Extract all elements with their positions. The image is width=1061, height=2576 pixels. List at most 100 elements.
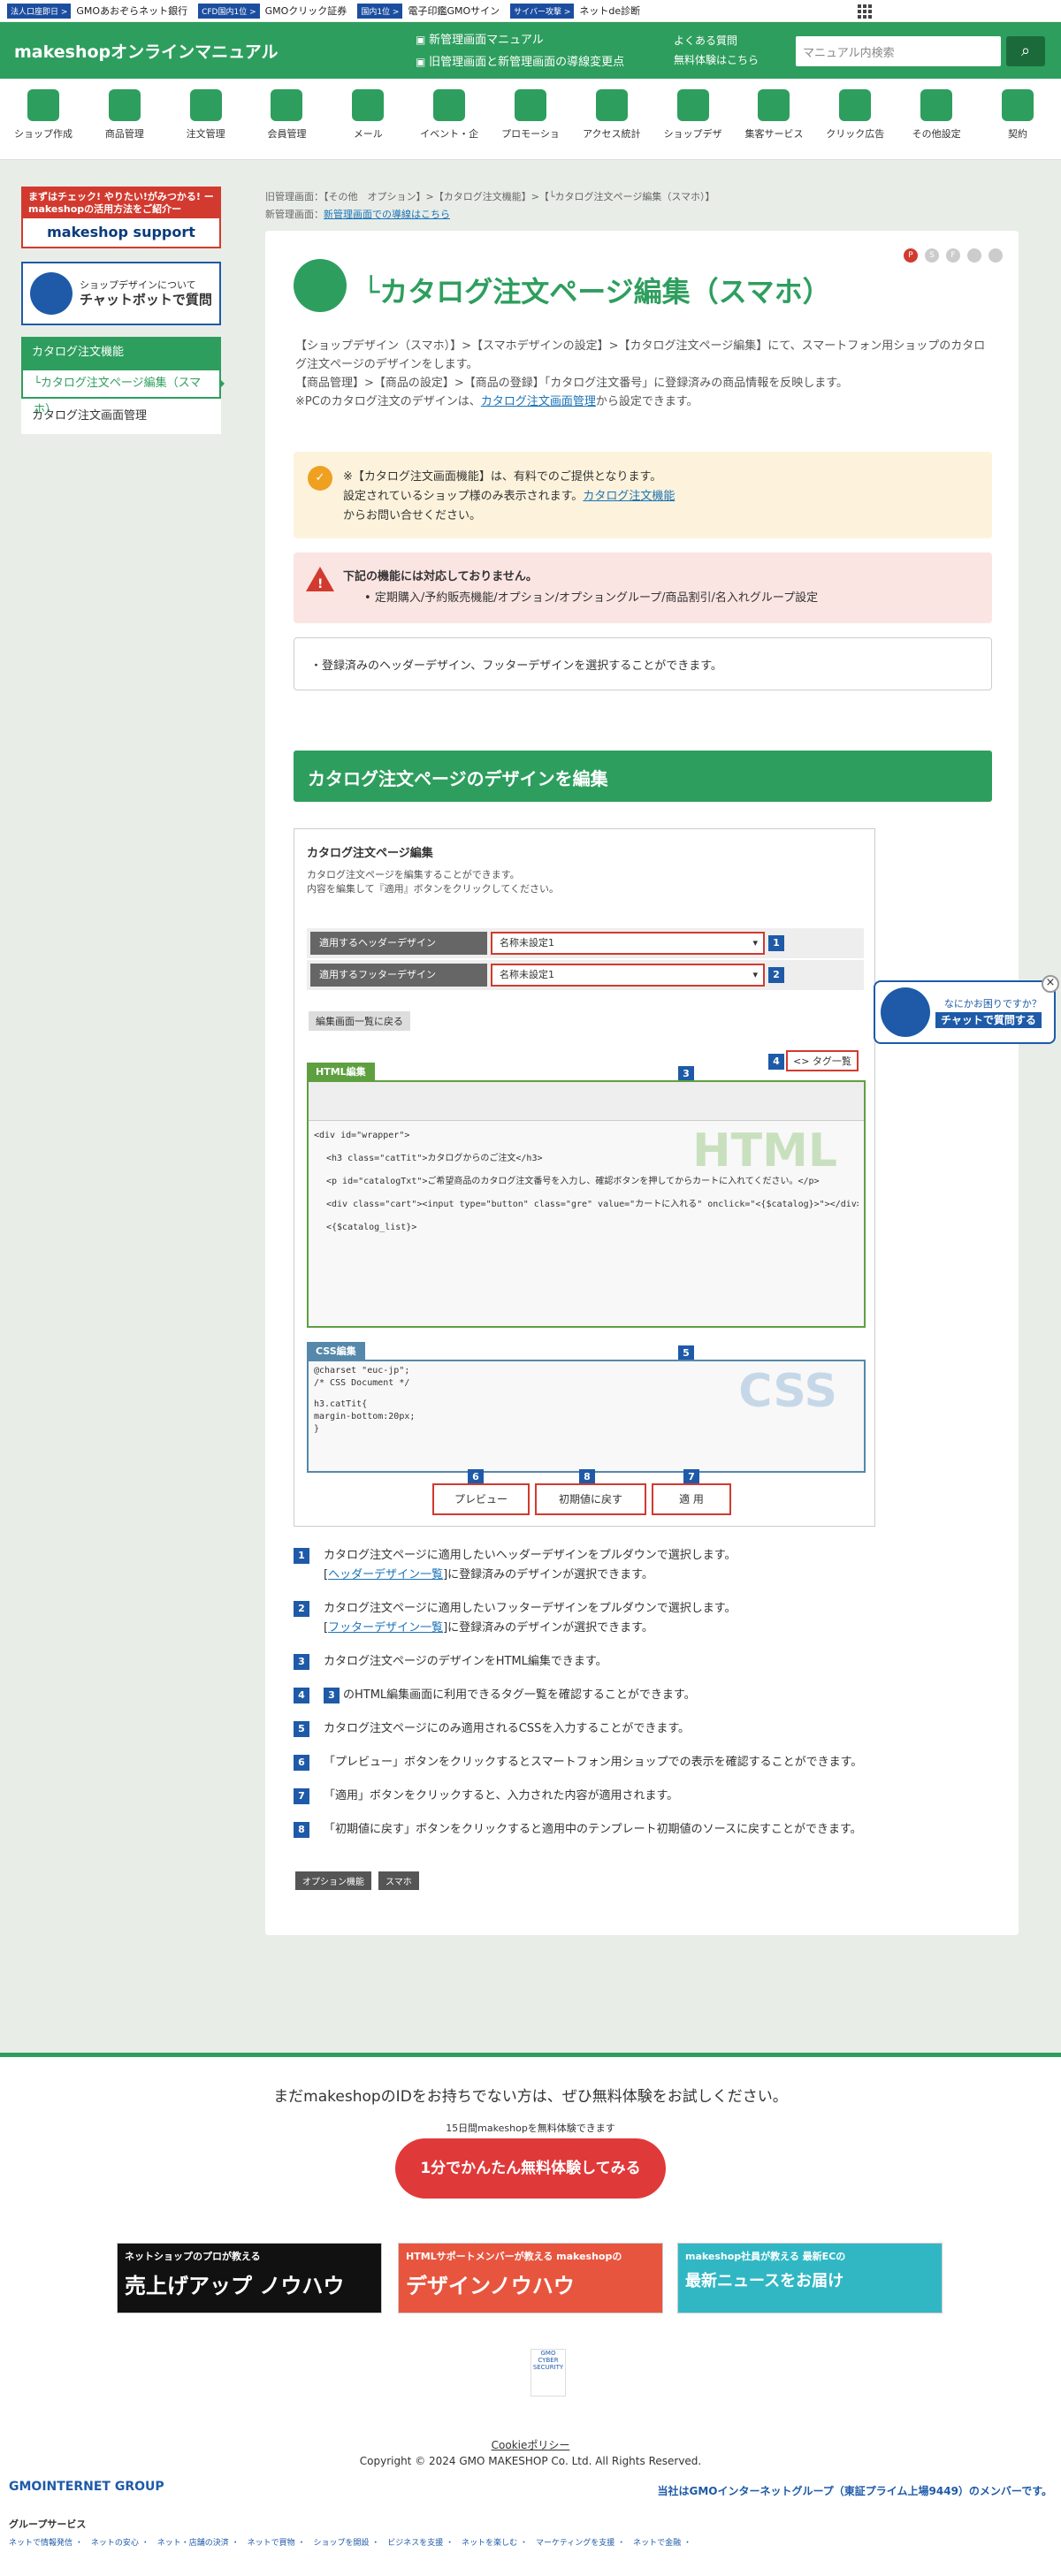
step-text: カタログ注文ページに適用したいフッターデザインをプルダウンで選択します。 xyxy=(324,1602,737,1615)
link[interactable]: 電子印鑑GMOサイン xyxy=(408,4,500,18)
breadcrumb-new-link[interactable]: 新管理画面での導線はこちら xyxy=(324,209,450,220)
inline-marker-3: 3 xyxy=(324,1688,340,1703)
html-editor[interactable]: HTML <div id="wrapper"> <h3 class="catTi… xyxy=(307,1080,866,1328)
new-manual-link[interactable]: 新管理画面マニュアル xyxy=(416,29,624,51)
apply-button[interactable]: 適 用 xyxy=(652,1483,731,1515)
nav-label: 注文管理 xyxy=(186,128,225,140)
step-number: 1 xyxy=(294,1548,309,1564)
nav-icon xyxy=(189,89,222,121)
badge[interactable]: 国内1位 > xyxy=(357,3,403,19)
footer-list-link[interactable]: フッターデザイン一覧 xyxy=(328,1621,443,1635)
nav-icon xyxy=(920,89,953,121)
css-editor[interactable]: CSS @charset "euc-jp"; /* CSS Document *… xyxy=(307,1360,866,1473)
step-number: 8 xyxy=(294,1822,309,1838)
chat-widget[interactable]: なにかお困りですか？ チャットで質問する × xyxy=(874,975,1059,1044)
nav-item[interactable]: プロモーショ xyxy=(492,79,569,159)
footer-design-select[interactable]: 名称未設定1 ▾ xyxy=(491,964,765,987)
sidebar-item-active[interactable]: └カタログ注文ページ編集（スマホ） xyxy=(21,369,225,416)
category-nav: ショップ作成 商品管理 注文管理 会員管理 メール イベント・企 プロモーショ アクセス統計 シ… xyxy=(0,79,1061,160)
header-design-select[interactable]: 名称未設定1 ▾ xyxy=(491,932,765,955)
preview-button[interactable]: プレビュー xyxy=(432,1483,530,1515)
support-banner[interactable]: まずはチェック! やりたい!がみつかる! ー makeshopの活用方法をご紹介… xyxy=(21,187,221,248)
main-area: まずはチェック! やりたい!がみつかる! ー makeshopの活用方法をご紹介… xyxy=(0,160,1061,2056)
nav-icon xyxy=(839,89,872,121)
close-icon[interactable]: × xyxy=(1042,975,1059,993)
faq-link[interactable]: よくある質問 xyxy=(674,31,759,50)
nav-icon xyxy=(595,89,628,121)
news-banner[interactable]: makeshop社員が教える 最新ECの 最新ニュースをお届け xyxy=(677,2243,943,2313)
css-tab[interactable]: CSS編集 xyxy=(307,1342,365,1360)
gmo-group-logo[interactable]: GMOINTERNET GROUP xyxy=(9,2480,164,2494)
phone-icon xyxy=(988,248,1003,263)
nav-item[interactable]: メール xyxy=(330,79,406,159)
tag-option[interactable]: オプション機能 xyxy=(295,1871,371,1890)
nav-item[interactable]: イベント・企 xyxy=(411,79,487,159)
pc-icon: P xyxy=(904,248,918,263)
nav-label: イベント・企 xyxy=(420,128,479,140)
apps-grid-icon[interactable] xyxy=(858,4,872,19)
nav-item[interactable]: ショップ作成 xyxy=(5,79,81,159)
header-design-label: 適用するヘッダーデザイン xyxy=(310,932,487,955)
nav-icon xyxy=(514,89,546,121)
header-list-link[interactable]: ヘッダーデザイン一覧 xyxy=(328,1568,443,1581)
nav-item[interactable]: アクセス統計 xyxy=(574,79,650,159)
notice-line: からお問い合せください。 xyxy=(343,509,482,522)
badge[interactable]: 法人口座即日 > xyxy=(7,3,72,19)
nav-item[interactable]: 注文管理 xyxy=(168,79,244,159)
nav-item[interactable]: その他設定 xyxy=(898,79,974,159)
nav-item[interactable]: 商品管理 xyxy=(87,79,163,159)
step-list: 1 カタログ注文ページに適用したいヘッダーデザインをプルダウンで選択します。 [ヘッ… xyxy=(294,1546,992,1854)
group-services-list[interactable]: ネットで情報発信 ・ ネットの安心 ・ ネット・店舗の決済 ・ ネットで買物 ・… xyxy=(9,2536,691,2548)
screenshot-figure: カタログ注文ページ編集 カタログ注文ページを編集することができます。 内容を編集し… xyxy=(294,828,875,1527)
catalog-manage-link[interactable]: カタログ注文画面管理 xyxy=(481,395,596,408)
reset-button[interactable]: 初期値に戻す xyxy=(535,1483,646,1515)
banner-line1: ショップデザインについて xyxy=(80,279,196,291)
html-tab[interactable]: HTML編集 xyxy=(307,1063,375,1080)
back-button[interactable]: 編集画面一覧に戻る xyxy=(309,1011,410,1031)
footer-design-label: 適用するフッターデザイン xyxy=(310,964,487,987)
section-heading: カタログ注文ページのデザインを編集 xyxy=(294,751,992,802)
nav-label: 商品管理 xyxy=(104,128,144,140)
nav-item[interactable]: 集客サービス xyxy=(736,79,812,159)
tag-smartphone[interactable]: スマホ xyxy=(378,1871,419,1890)
sidebar-item-catalog[interactable]: カタログ注文機能 xyxy=(21,337,221,369)
figure-desc: カタログ注文ページを編集することができます。 xyxy=(307,869,520,880)
nav-label: その他設定 xyxy=(912,128,961,140)
step-text: に登録済みのデザインが選択できます。 xyxy=(447,1568,653,1581)
nav-item[interactable]: 会員管理 xyxy=(248,79,324,159)
tag-list-button[interactable]: <> タグ一覧 xyxy=(786,1050,859,1071)
robot-icon xyxy=(30,272,73,315)
badge[interactable]: CFD国内1位 > xyxy=(198,3,260,19)
footer-sub: 15日間makeshopを無料体験できます xyxy=(446,2123,615,2134)
warning-item: 定期購入/予約販売機能/オプション/オプショングループ/商品割引/名入れグループ… xyxy=(374,591,819,605)
nav-item[interactable]: ショップデザ xyxy=(655,79,731,159)
step-item: 7 「適用」ボタンをクリックすると、入力された内容が適用されます。 xyxy=(294,1787,992,1806)
nav-item[interactable]: 契約 xyxy=(980,79,1056,159)
search-icon[interactable]: ⌕ xyxy=(1006,36,1045,66)
catalog-feature-link[interactable]: カタログ注文機能 xyxy=(583,490,675,503)
site-logo[interactable]: makeshopオンラインマニュアル xyxy=(14,39,279,63)
badge[interactable]: サイバー攻撃 > xyxy=(510,3,575,19)
search-input[interactable]: マニュアル内検索 xyxy=(796,36,1001,66)
free-trial-button[interactable]: 1分でかんたん無料体験してみる xyxy=(395,2138,666,2199)
design-banner[interactable]: HTMLサポートメンバーが教える makeshopの デザインノウハウ xyxy=(398,2243,663,2313)
change-points-link[interactable]: 旧管理画面と新管理画面の導線変更点 xyxy=(416,51,624,73)
paid-notice: ✓ ※【カタログ注文画面機能】は、有料でのご提供となります。 設定されているショ… xyxy=(294,452,992,538)
link[interactable]: GMOクリック証券 xyxy=(265,4,347,18)
chatbot-banner[interactable]: ショップデザインについて チャットボットで質問 xyxy=(21,262,221,325)
sidebar-menu: カタログ注文機能 └カタログ注文ページ編集（スマホ） カタログ注文画面管理 xyxy=(21,337,225,434)
nav-label: 契約 xyxy=(1007,128,1027,140)
trial-link[interactable]: 無料体験はこちら xyxy=(674,50,759,70)
breadcrumb-new-prefix: 新管理画面： xyxy=(265,209,324,220)
nav-icon xyxy=(676,89,709,121)
knowhow-banner[interactable]: ネットショップのプロが教える 売上げアップ ノウハウ xyxy=(117,2243,382,2313)
check-icon: ✓ xyxy=(308,466,332,491)
cookie-policy-link[interactable]: Cookieポリシー xyxy=(492,2439,570,2451)
nav-label: ショップデザ xyxy=(663,128,722,140)
banner-line2: チャットボットで質問 xyxy=(80,292,212,308)
code-line: } xyxy=(314,1424,320,1434)
link[interactable]: ネットde診断 xyxy=(579,4,640,18)
banner-title: デザインノウハウ xyxy=(406,2274,575,2298)
nav-item[interactable]: クリック広告 xyxy=(817,79,893,159)
link[interactable]: GMOあおぞらネット銀行 xyxy=(76,4,187,18)
